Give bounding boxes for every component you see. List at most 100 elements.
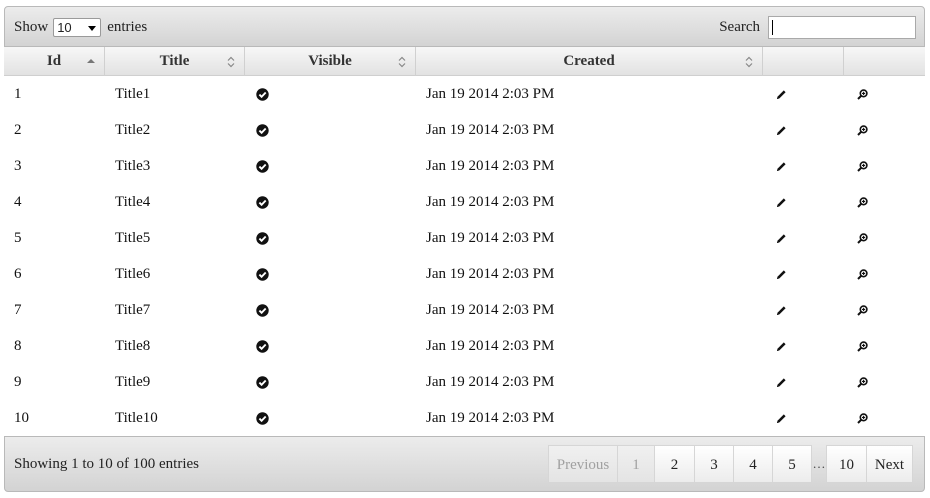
cell-id: 3: [14, 158, 22, 174]
zoom-icon[interactable]: [857, 124, 868, 141]
cell-title: Title4: [115, 194, 151, 210]
cell-created: Jan 19 2014 2:03 PM: [426, 122, 555, 138]
check-circle-icon: [256, 160, 269, 178]
zoom-icon[interactable]: [857, 160, 868, 177]
cell-title: Title8: [115, 338, 151, 354]
previous-button[interactable]: Previous: [548, 445, 618, 483]
table-toolbar: Show 10 entries Search: [4, 6, 925, 47]
column-header-id[interactable]: Id: [4, 47, 105, 76]
zoom-icon[interactable]: [857, 412, 868, 429]
sort-both-icon: [398, 56, 406, 68]
next-button[interactable]: Next: [867, 445, 913, 483]
page-button-2[interactable]: 2: [655, 445, 695, 483]
page-length-select[interactable]: 10: [53, 18, 102, 37]
page-length-value: 10: [57, 20, 72, 35]
cell-created: Jan 19 2014 2:03 PM: [426, 86, 555, 102]
column-header-edit: [763, 47, 844, 76]
table-row: 10 Title10 Jan 19 2014 2:03 PM: [4, 400, 925, 436]
column-header-label: Id: [46, 53, 62, 69]
table-info: Showing 1 to 10 of 100 entries: [14, 456, 199, 472]
page-length-control: Show 10 entries: [14, 18, 147, 37]
table-header: Id Title Visible Created: [4, 47, 925, 76]
column-header-view: [844, 47, 925, 76]
check-circle-icon: [256, 412, 269, 430]
cell-title: Title7: [115, 302, 151, 318]
cell-created: Jan 19 2014 2:03 PM: [426, 230, 555, 246]
cell-created: Jan 19 2014 2:03 PM: [426, 410, 555, 426]
table-row: 3 Title3 Jan 19 2014 2:03 PM: [4, 148, 925, 184]
cell-created: Jan 19 2014 2:03 PM: [426, 266, 555, 282]
column-header-label: Title: [159, 53, 190, 69]
cell-created: Jan 19 2014 2:03 PM: [426, 302, 555, 318]
check-circle-icon: [256, 196, 269, 214]
check-circle-icon: [256, 340, 269, 358]
check-circle-icon: [256, 268, 269, 286]
sort-asc-icon: [87, 56, 95, 68]
column-header-visible[interactable]: Visible: [245, 47, 416, 76]
chevron-down-icon: [88, 26, 97, 31]
zoom-icon[interactable]: [857, 88, 868, 105]
cell-title: Title10: [115, 410, 158, 426]
pencil-icon[interactable]: [776, 376, 787, 393]
table-row: 6 Title6 Jan 19 2014 2:03 PM: [4, 256, 925, 292]
zoom-icon[interactable]: [857, 376, 868, 393]
search-input[interactable]: [768, 16, 916, 39]
table-row: 1 Title1 Jan 19 2014 2:03 PM: [4, 76, 925, 112]
pencil-icon[interactable]: [776, 412, 787, 429]
cell-id: 7: [14, 302, 22, 318]
zoom-icon[interactable]: [857, 268, 868, 285]
check-circle-icon: [256, 88, 269, 106]
zoom-icon[interactable]: [857, 232, 868, 249]
entries-label: entries: [107, 19, 148, 35]
table-row: 9 Title9 Jan 19 2014 2:03 PM: [4, 364, 925, 400]
table-row: 8 Title8 Jan 19 2014 2:03 PM: [4, 328, 925, 364]
column-header-label: Visible: [308, 53, 352, 69]
page-button-5[interactable]: 5: [773, 445, 812, 483]
pencil-icon[interactable]: [776, 304, 787, 321]
sort-both-icon: [227, 56, 235, 68]
table-row: 4 Title4 Jan 19 2014 2:03 PM: [4, 184, 925, 220]
pagination-ellipsis: …: [812, 456, 826, 471]
show-label: Show: [14, 19, 49, 35]
check-circle-icon: [256, 232, 269, 250]
cell-title: Title2: [115, 122, 151, 138]
pencil-icon[interactable]: [776, 88, 787, 105]
cell-created: Jan 19 2014 2:03 PM: [426, 338, 555, 354]
pencil-icon[interactable]: [776, 196, 787, 213]
search-control: Search: [719, 16, 916, 39]
table-row: 2 Title2 Jan 19 2014 2:03 PM: [4, 112, 925, 148]
cell-title: Title5: [115, 230, 151, 246]
zoom-icon[interactable]: [857, 196, 868, 213]
pencil-icon[interactable]: [776, 124, 787, 141]
page-button-3[interactable]: 3: [695, 445, 734, 483]
pencil-icon[interactable]: [776, 268, 787, 285]
table-body: 1 Title1 Jan 19 2014 2:03 PM 2 Title2 Jan 19 …: [4, 76, 925, 436]
cell-id: 10: [14, 410, 29, 426]
cell-created: Jan 19 2014 2:03 PM: [426, 194, 555, 210]
column-header-created[interactable]: Created: [416, 47, 763, 76]
page-button-1[interactable]: 1: [618, 445, 655, 483]
pencil-icon[interactable]: [776, 160, 787, 177]
cell-id: 2: [14, 122, 22, 138]
cell-id: 6: [14, 266, 22, 282]
zoom-icon[interactable]: [857, 340, 868, 357]
cell-created: Jan 19 2014 2:03 PM: [426, 158, 555, 174]
text-cursor: [772, 20, 773, 35]
page-button-10[interactable]: 10: [826, 445, 867, 483]
pencil-icon[interactable]: [776, 232, 787, 249]
column-header-title[interactable]: Title: [105, 47, 245, 76]
search-label: Search: [719, 19, 760, 35]
cell-id: 5: [14, 230, 22, 246]
check-circle-icon: [256, 124, 269, 142]
cell-title: Title9: [115, 374, 151, 390]
table-row: 5 Title5 Jan 19 2014 2:03 PM: [4, 220, 925, 256]
zoom-icon[interactable]: [857, 304, 868, 321]
cell-title: Title1: [115, 86, 151, 102]
column-header-label: Created: [563, 53, 615, 69]
cell-id: 4: [14, 194, 22, 210]
page-button-4[interactable]: 4: [734, 445, 773, 483]
check-circle-icon: [256, 304, 269, 322]
sort-both-icon: [745, 56, 753, 68]
cell-title: Title3: [115, 158, 151, 174]
pencil-icon[interactable]: [776, 340, 787, 357]
